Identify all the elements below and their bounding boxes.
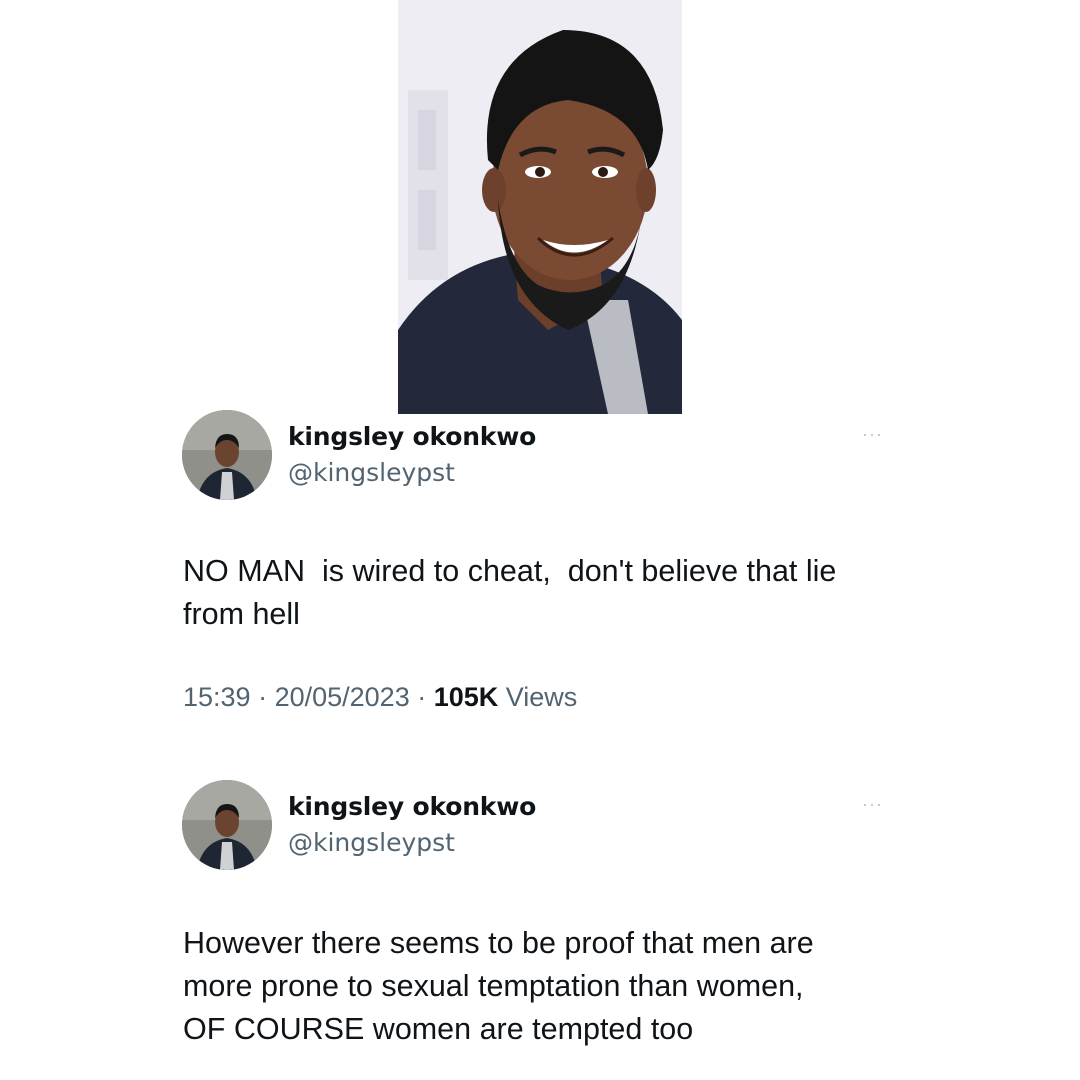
tweet-text: NO MAN is wired to cheat, don't believe … [183,554,837,631]
tweet-text: However there seems to be proof that men… [183,926,814,1046]
views-count[interactable]: 105K [434,682,499,712]
avatar[interactable] [182,410,272,500]
more-options-icon[interactable]: ··· [862,425,896,443]
meta-separator: · [250,682,275,712]
author-handle[interactable]: @kingsleypst [288,458,455,487]
avatar-person-icon [182,780,272,870]
tweet-time[interactable]: 15:39 [183,682,251,712]
tweet-date[interactable]: 20/05/2023 [275,682,410,712]
meta-separator: · [409,682,434,712]
avatar-person-icon [182,410,272,500]
author-name[interactable]: kingsley okonkwo [288,792,536,821]
author-handle[interactable]: @kingsleypst [288,828,455,857]
tweet-meta: 15:39 · 20/05/2023 · 105K Views [183,682,577,713]
avatar[interactable] [182,780,272,870]
views-label: Views [498,682,578,712]
person-portrait-icon [398,0,682,414]
portrait-photo [398,0,682,414]
more-options-icon[interactable]: ··· [862,795,896,813]
author-name[interactable]: kingsley okonkwo [288,422,536,451]
